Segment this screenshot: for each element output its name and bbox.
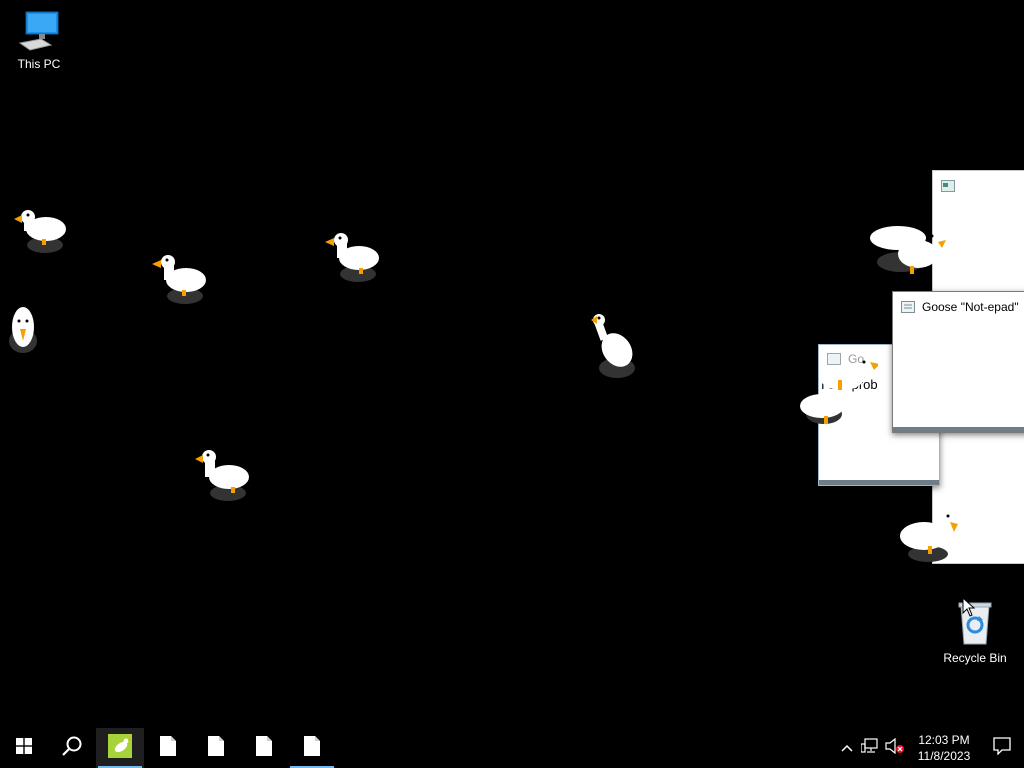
window-titlebar[interactable] <box>933 171 1024 201</box>
goose-sprite[interactable] <box>10 203 70 258</box>
volume-muted-icon <box>885 737 905 759</box>
chevron-up-icon <box>841 739 853 757</box>
goose-sprite[interactable] <box>866 222 951 282</box>
recycle-bin-icon <box>953 602 997 649</box>
system-tray: 12:03 PM 11/8/2023 <box>836 728 1024 768</box>
notepad-window-top[interactable]: Goose "Not-epad" <box>892 291 1024 433</box>
computer-icon <box>17 11 61 55</box>
window-titlebar[interactable]: Goose "Not-epad" <box>893 292 1024 322</box>
taskbar-item-desktop-goose[interactable] <box>96 728 144 768</box>
search-icon <box>61 735 83 762</box>
taskbar-item-notepad-2[interactable] <box>192 728 240 768</box>
document-icon <box>256 735 272 761</box>
notepad-icon <box>941 180 955 192</box>
taskbar-item-notepad-4[interactable] <box>288 728 336 768</box>
network-button[interactable] <box>858 728 882 768</box>
taskbar: 12:03 PM 11/8/2023 <box>0 728 1024 768</box>
start-button[interactable] <box>0 728 48 768</box>
goose-sprite[interactable] <box>193 445 253 505</box>
goose-app-icon <box>108 733 132 763</box>
clock[interactable]: 12:03 PM 11/8/2023 <box>908 728 980 768</box>
document-icon <box>304 735 320 761</box>
desktop-icon-label: This PC <box>17 57 61 71</box>
action-center-button[interactable] <box>980 728 1024 768</box>
windows-start-icon <box>16 737 32 759</box>
network-icon <box>860 737 879 759</box>
goose-sprite[interactable] <box>898 476 983 566</box>
notification-icon <box>993 736 1011 760</box>
clock-time: 12:03 PM <box>918 733 970 747</box>
taskbar-item-notepad-3[interactable] <box>240 728 288 768</box>
desktop-icon-this-pc[interactable]: This PC <box>0 10 79 71</box>
mouse-cursor <box>962 597 976 617</box>
goose-sprite[interactable] <box>798 350 878 430</box>
goose-sprite[interactable] <box>585 308 645 383</box>
search-button[interactable] <box>48 728 96 768</box>
document-icon <box>160 735 176 761</box>
goose-sprite[interactable] <box>323 230 383 285</box>
notepad-icon <box>901 301 915 313</box>
volume-button[interactable] <box>882 728 908 768</box>
desktop-icon-label: Recycle Bin <box>943 651 1007 665</box>
goose-sprite[interactable] <box>5 303 45 358</box>
window-title: Goose "Not-epad" <box>922 300 1019 314</box>
window-bottom-edge <box>893 427 1024 432</box>
show-hidden-icons-button[interactable] <box>836 728 858 768</box>
goose-sprite[interactable] <box>150 252 210 307</box>
taskbar-item-notepad-1[interactable] <box>144 728 192 768</box>
document-icon <box>208 735 224 761</box>
clock-date: 11/8/2023 <box>917 749 971 763</box>
